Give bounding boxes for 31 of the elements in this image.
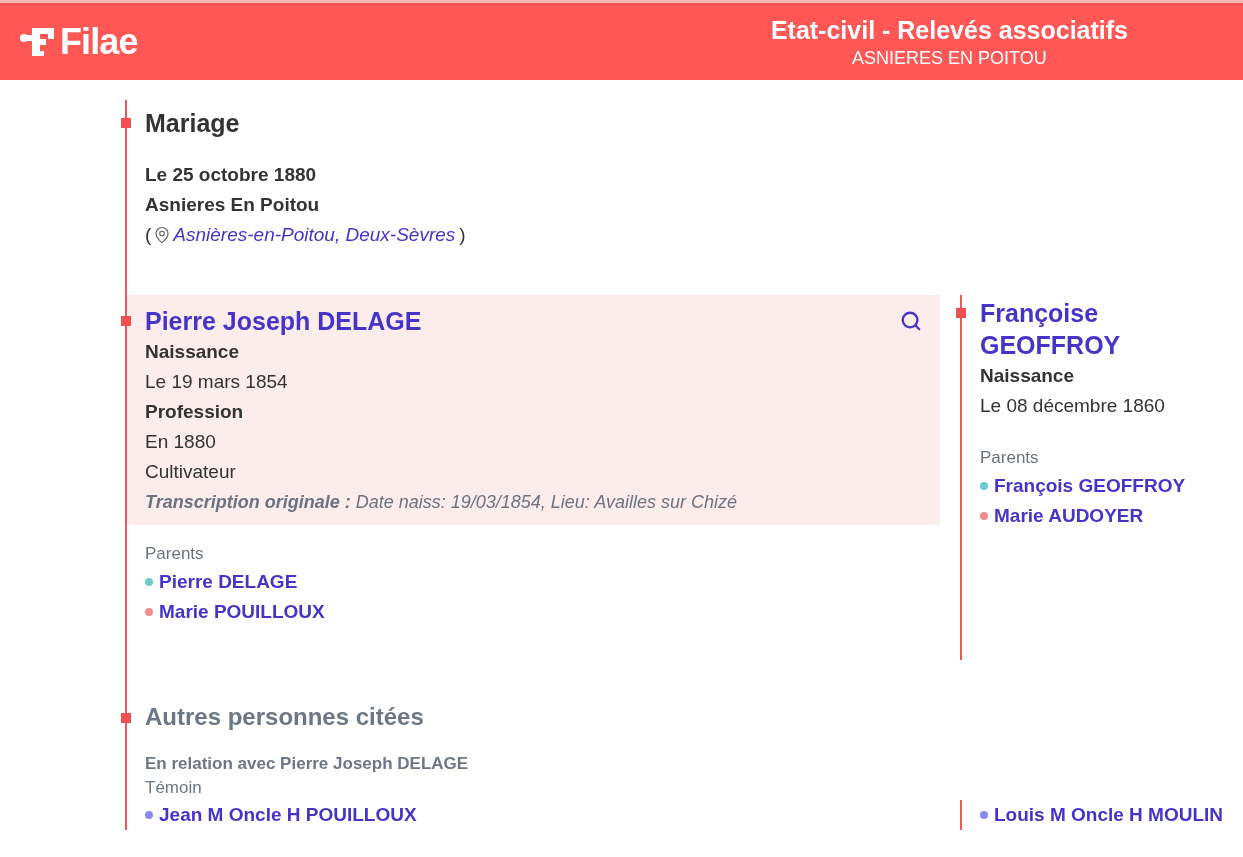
section-title: Autres personnes citées <box>145 702 425 732</box>
page-subtitle: ASNIERES EN POITOU <box>852 46 1047 70</box>
fact-value: Le 08 décembre 1860 <box>980 394 1166 418</box>
page-title: Etat-civil - Relevés associatifs <box>770 14 1128 46</box>
role-label: Témoin <box>145 777 203 799</box>
event-place: Asnieres En Poitou <box>145 193 321 217</box>
fact-label: Profession <box>145 400 245 424</box>
parenthesis: ( <box>145 223 152 247</box>
fact-value: Cultivateur <box>145 460 237 484</box>
person-link[interactable]: Marie AUDOYER <box>994 501 1144 531</box>
map-pin-icon <box>153 226 172 244</box>
person-link[interactable]: Pierre DELAGE <box>159 567 298 597</box>
person-link[interactable]: Jean M Oncle H POUILLOUX <box>159 800 417 830</box>
event-date: Le 25 octobre 1880 <box>145 163 318 187</box>
person-name[interactable]: Pierre Joseph DELAGE <box>145 305 422 337</box>
fact-label: Naissance <box>145 340 240 364</box>
fact-value: En 1880 <box>145 430 217 454</box>
fact-value: Le 19 mars 1854 <box>145 370 289 394</box>
person-link[interactable]: François GEOFFROY <box>994 471 1186 501</box>
transcription-note: Transcription originale : Date naiss: 19/03/1854, Lieu: Availles sur Chizé <box>145 491 738 514</box>
relation-label: En relation avec Pierre Joseph DELAGE <box>145 753 470 775</box>
person-link[interactable]: Marie POUILLOUX <box>159 597 325 627</box>
section-title: Mariage <box>145 108 241 138</box>
parents-label: Parents <box>980 447 1040 469</box>
location-link[interactable]: Asnières-en-Poitou, Deux-Sèvres <box>173 220 456 250</box>
parents-label: Parents <box>145 543 205 565</box>
person-name[interactable]: Françoise GEOFFROY <box>980 297 1227 361</box>
parenthesis: ) <box>459 223 466 247</box>
search-icon[interactable] <box>900 310 922 332</box>
person-link[interactable]: Louis M Oncle H MOULIN <box>994 800 1224 830</box>
fact-label: Naissance <box>980 364 1075 388</box>
